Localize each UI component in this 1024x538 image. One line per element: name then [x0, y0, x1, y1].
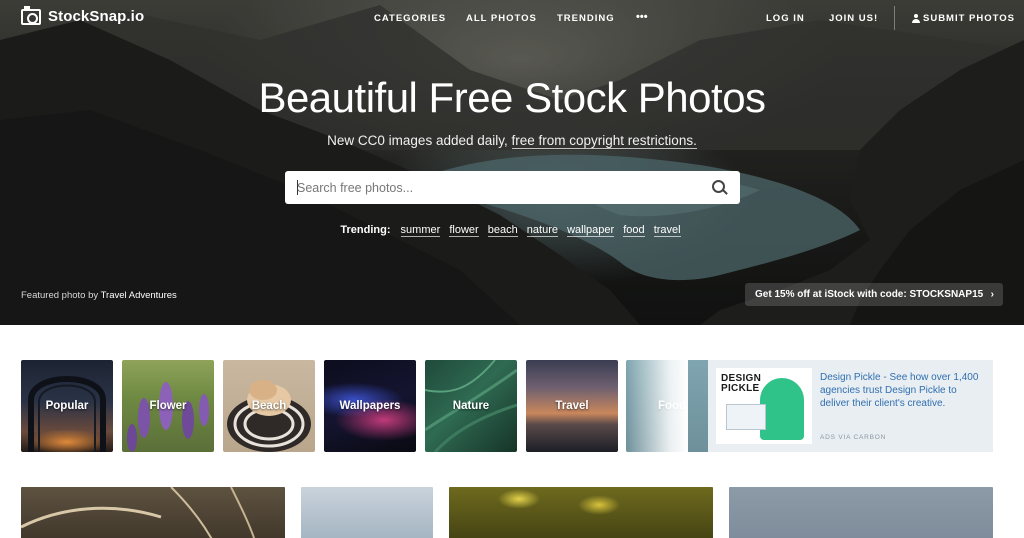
- istock-promo-button[interactable]: Get 15% off at iStock with code: STOCKSN…: [745, 283, 1003, 306]
- hero-overlay: [0, 0, 1024, 325]
- trending-tag-travel[interactable]: travel: [653, 224, 681, 237]
- photo-card-sky[interactable]: [301, 487, 433, 538]
- photo-card-grass[interactable]: [21, 487, 285, 538]
- hero-title: Beautiful Free Stock Photos: [258, 74, 766, 121]
- ad-via-carbon[interactable]: ADS VIA CARBON: [820, 434, 886, 441]
- camera-icon: [21, 5, 41, 25]
- photo-credit-prefix: Featured photo by: [21, 290, 99, 301]
- nav-divider: [894, 6, 895, 30]
- category-tile-nature[interactable]: Nature: [425, 360, 517, 452]
- category-label-travel: Travel: [555, 400, 589, 412]
- category-label-flower: Flower: [149, 400, 187, 412]
- trending-tag-beach[interactable]: beach: [487, 224, 518, 237]
- hero-banner: StockSnap.io CATEGORIES ALL PHOTOS TREND…: [0, 0, 1024, 325]
- nav-categories[interactable]: CATEGORIES: [374, 13, 446, 24]
- chevron-right-icon: ›: [990, 289, 994, 300]
- trending-tag-flower[interactable]: flower: [449, 224, 479, 237]
- submit-photos-label: SUBMIT PHOTOS: [923, 13, 1015, 24]
- ad-image: DESIGN PICKLE: [716, 368, 812, 444]
- category-tile-food[interactable]: Food: [626, 360, 718, 452]
- nav-login[interactable]: LOG IN: [766, 13, 805, 24]
- category-label-wallpapers: Wallpapers: [339, 400, 401, 412]
- hero-subtitle: New CC0 images added daily, free from co…: [0, 133, 1024, 149]
- nav-trending[interactable]: TRENDING: [557, 13, 615, 24]
- category-label-popular: Popular: [45, 400, 89, 412]
- user-upload-icon: [912, 14, 920, 23]
- trending-tags: Trending: summer flower beach nature wal…: [0, 224, 1024, 237]
- ad-text: Design Pickle - See how over 1,400 agenc…: [820, 372, 979, 409]
- category-tile-popular[interactable]: Popular: [21, 360, 113, 452]
- category-tile-flower[interactable]: Flower: [122, 360, 214, 452]
- ad-logo-line2: PICKLE: [721, 383, 760, 394]
- search-icon[interactable]: [712, 180, 728, 196]
- logo-text: StockSnap.io: [48, 8, 145, 25]
- photo-card-water[interactable]: [729, 487, 993, 538]
- category-label-food: Food: [657, 400, 687, 412]
- ad-logo: DESIGN PICKLE: [721, 374, 761, 394]
- category-tile-wallpapers[interactable]: Wallpapers: [324, 360, 416, 452]
- ad-screen-graphic: [726, 404, 766, 430]
- category-tile-travel[interactable]: Travel: [526, 360, 618, 452]
- hero-subtitle-text: New CC0 images added daily,: [327, 133, 508, 148]
- category-label-nature: Nature: [452, 400, 490, 412]
- promo-text: Get 15% off at iStock with code: STOCKSN…: [755, 289, 984, 300]
- photo-credit-author[interactable]: Travel Adventures: [101, 290, 177, 301]
- search-input[interactable]: [297, 177, 697, 198]
- carbon-ad[interactable]: DESIGN PICKLE Design Pickle - See how ov…: [708, 360, 993, 452]
- nav-all-photos[interactable]: ALL PHOTOS: [466, 13, 537, 24]
- trending-tag-wallpaper[interactable]: wallpaper: [567, 224, 615, 237]
- trending-tag-summer[interactable]: summer: [400, 224, 441, 237]
- grass-image: [21, 487, 256, 538]
- more-menu-icon[interactable]: •••: [636, 11, 648, 23]
- category-label-beach: Beach: [251, 400, 287, 412]
- photo-card-yellow[interactable]: [449, 487, 713, 538]
- copyright-link[interactable]: free from copyright restrictions.: [511, 133, 697, 149]
- search-bar: [285, 171, 740, 204]
- category-tile-beach[interactable]: Beach: [223, 360, 315, 452]
- ad-mascot-figure: [760, 378, 804, 440]
- trending-tag-nature[interactable]: nature: [526, 224, 558, 237]
- logo[interactable]: StockSnap.io: [21, 5, 145, 25]
- nav-join[interactable]: JOIN US!: [829, 13, 878, 24]
- photo-credit: Featured photo by Travel Adventures: [21, 290, 177, 301]
- trending-label: Trending:: [340, 224, 391, 236]
- trending-tag-food[interactable]: food: [623, 224, 645, 237]
- submit-photos-button[interactable]: SUBMIT PHOTOS: [912, 13, 1015, 24]
